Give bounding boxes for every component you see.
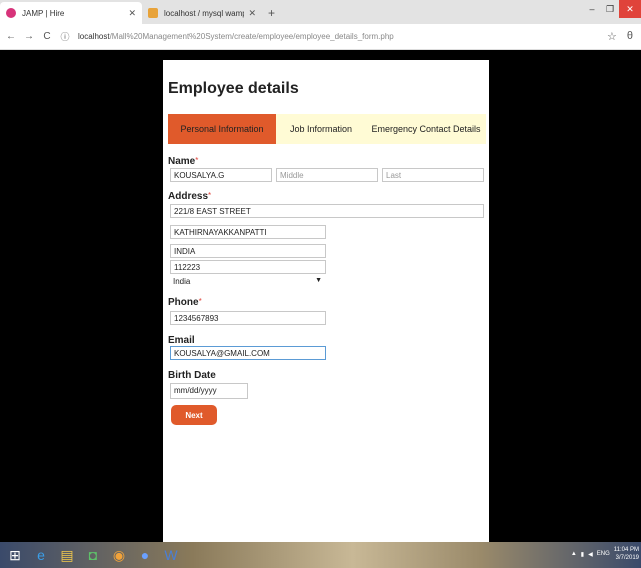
clock-time: 11:04 PM [613, 547, 639, 553]
close-window-button[interactable]: ✕ [619, 0, 641, 18]
email-label: Email [168, 335, 195, 346]
clock-date: 3/7/2019 [615, 555, 639, 561]
required-mark: * [198, 297, 202, 306]
system-tray: ▲ ▮ ◀ ENG 11:04 PM 3/7/2019 [571, 546, 639, 562]
bookmark-star-icon[interactable]: ☆ [607, 30, 617, 43]
new-tab-button[interactable]: + [268, 2, 275, 24]
network-icon[interactable]: ▮ [581, 551, 584, 558]
name-label: Name* [168, 156, 198, 167]
firefox-icon[interactable]: ● [134, 544, 156, 566]
url-path: /Mall%20Management%20System/create/emplo… [109, 32, 394, 41]
jamp-favicon-icon [6, 8, 16, 18]
tray-arrow-icon[interactable]: ▲ [571, 551, 577, 557]
phone-input[interactable]: 1234567893 [170, 311, 326, 325]
phone-label: Phone* [168, 297, 202, 308]
minimize-button[interactable]: – [583, 0, 601, 18]
file-explorer-icon[interactable]: ▤ [56, 544, 78, 566]
browser-tab-label: localhost / mysql wampserver / ... [164, 8, 244, 18]
tab-emergency-contact-details[interactable]: Emergency Contact Details [366, 114, 486, 144]
address-zip-input[interactable]: 112223 [170, 260, 326, 274]
address-label-text: Address [168, 191, 209, 202]
address-line1-input[interactable]: 221/8 EAST STREET [170, 204, 484, 218]
forward-arrow-icon[interactable]: → [22, 31, 36, 42]
required-mark: * [208, 191, 212, 200]
browser-tab-phpmyadmin[interactable]: localhost / mysql wampserver / ... ✕ [142, 2, 262, 24]
word-icon[interactable]: W [160, 544, 182, 566]
internet-explorer-icon[interactable]: e [30, 544, 52, 566]
employee-form-page: Employee details Personal Information Jo… [163, 60, 489, 542]
birth-date-label: Birth Date [168, 370, 216, 381]
middle-name-input[interactable]: Middle [276, 168, 378, 182]
language-indicator[interactable]: ENG [597, 551, 610, 557]
url-host: localhost [78, 32, 110, 41]
birth-date-input[interactable]: mm/dd/yyyy [170, 383, 248, 399]
country-select[interactable]: India ▼ [170, 276, 326, 289]
clock[interactable]: 11:04 PM 3/7/2019 [614, 546, 639, 562]
address-label: Address* [168, 191, 211, 202]
volume-icon[interactable]: ◀ [588, 551, 593, 558]
address-state-input[interactable]: INDIA [170, 244, 326, 258]
windows-taskbar: ⊞ e ▤ ◘ ◉ ● W ▲ ▮ ◀ ENG 11:04 PM 3/7/201… [0, 542, 641, 568]
tab-job-information[interactable]: Job Information [276, 114, 366, 144]
browser-toolbar: ← → C ⓘ localhost/Mall%20Management%20Sy… [0, 24, 641, 50]
tab-personal-information[interactable]: Personal Information [168, 114, 276, 144]
chrome-icon[interactable]: ◉ [108, 544, 130, 566]
form-tabs: Personal Information Job Information Eme… [168, 114, 486, 144]
close-tab-icon[interactable]: ✕ [128, 8, 136, 19]
window-controls: – ❐ ✕ [583, 0, 641, 22]
maximize-button[interactable]: ❐ [601, 0, 619, 18]
phone-label-text: Phone [168, 297, 199, 308]
info-icon[interactable]: ⓘ [58, 30, 72, 43]
dropdown-caret-icon: ▼ [315, 277, 322, 284]
last-name-input[interactable]: Last [382, 168, 484, 182]
address-bar[interactable]: localhost/Mall%20Management%20System/cre… [78, 32, 394, 41]
country-select-value: India [173, 277, 191, 286]
browser-tab-jamp[interactable]: JAMP | Hire ✕ [0, 2, 142, 24]
email-input[interactable]: KOUSALYA@GMAIL.COM [170, 346, 326, 360]
name-label-text: Name [168, 156, 196, 167]
phpmyadmin-favicon-icon [148, 8, 158, 18]
required-mark: * [195, 156, 199, 165]
reload-icon[interactable]: C [40, 31, 54, 42]
windows-start-icon[interactable]: ⊞ [4, 544, 26, 566]
store-icon[interactable]: ◘ [82, 544, 104, 566]
first-name-input[interactable]: KOUSALYA.G [170, 168, 272, 182]
account-icon[interactable]: θ [627, 30, 633, 43]
browser-tab-label: JAMP | Hire [22, 8, 65, 18]
address-line2-input[interactable]: KATHIRNAYAKKANPATTI [170, 225, 326, 239]
next-button[interactable]: Next [171, 405, 217, 425]
page-title: Employee details [168, 80, 299, 97]
back-arrow-icon[interactable]: ← [4, 31, 18, 42]
browser-tab-bar: JAMP | Hire ✕ localhost / mysql wampserv… [0, 0, 641, 24]
close-tab-icon[interactable]: ✕ [248, 8, 256, 19]
